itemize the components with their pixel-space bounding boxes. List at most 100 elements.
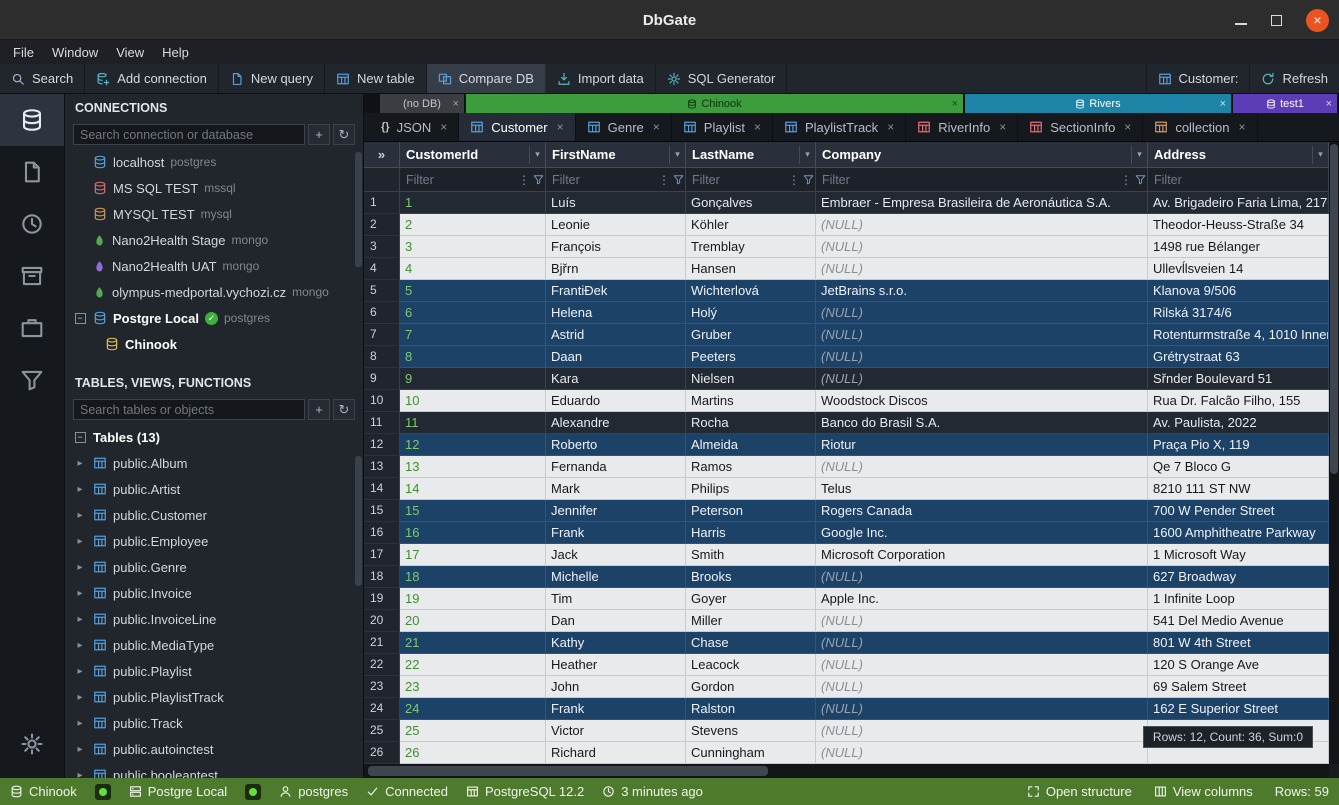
column-header-customerid[interactable]: CustomerId▾	[400, 142, 546, 167]
cell-address[interactable]: 801 W 4th Street	[1148, 632, 1329, 654]
close-icon[interactable]: ×	[1124, 120, 1131, 134]
cell-customerid[interactable]: 20	[400, 610, 546, 632]
cell-company[interactable]: JetBrains s.r.o.	[816, 280, 1148, 302]
cell-address[interactable]: Qe 7 Bloco G	[1148, 456, 1329, 478]
table-row[interactable]: 2121KathyChase(NULL)801 W 4th Street	[364, 632, 1329, 654]
table-item[interactable]: ▸public.Invoice	[65, 580, 363, 606]
close-button[interactable]: ×	[1306, 9, 1329, 32]
db-tab-rivers[interactable]: Rivers×	[965, 94, 1231, 113]
table-row[interactable]: 2323JohnGordon(NULL)69 Salem Street	[364, 676, 1329, 698]
chevron-right-icon[interactable]: ▸	[73, 484, 87, 495]
cell-firstname[interactable]: Luís	[546, 192, 686, 214]
sidebar-plugins-button[interactable]	[0, 302, 64, 354]
column-header-firstname[interactable]: FirstName▾	[546, 142, 686, 167]
collapse-icon[interactable]: −	[73, 432, 87, 443]
cell-customerid[interactable]: 13	[400, 456, 546, 478]
cell-lastname[interactable]: Tremblay	[686, 236, 816, 258]
filter-funnel-icon[interactable]	[531, 174, 545, 185]
close-icon[interactable]: ×	[557, 120, 564, 134]
cell-address[interactable]: 8210 111 ST NW	[1148, 478, 1329, 500]
cell-firstname[interactable]: Eduardo	[546, 390, 686, 412]
table-item[interactable]: ▸public.Album	[65, 450, 363, 476]
cell-customerid[interactable]: 22	[400, 654, 546, 676]
cell-address[interactable]: 1 Infinite Loop	[1148, 588, 1329, 610]
cell-address[interactable]: Rua Dr. Falcão Filho, 155	[1148, 390, 1329, 412]
compare-db-button[interactable]: Compare DB	[427, 64, 546, 93]
table-row[interactable]: 1010EduardoMartinsWoodstock DiscosRua Dr…	[364, 390, 1329, 412]
status-rows-59[interactable]: Rows: 59	[1275, 784, 1329, 799]
cell-lastname[interactable]: Almeida	[686, 434, 816, 456]
cell-firstname[interactable]: Dan	[546, 610, 686, 632]
close-icon[interactable]: ×	[1326, 98, 1332, 110]
cell-lastname[interactable]: Gonçalves	[686, 192, 816, 214]
table-row[interactable]: 2222HeatherLeacock(NULL)120 S Orange Ave	[364, 654, 1329, 676]
table-row[interactable]: 1212RobertoAlmeidaRioturPraça Pio X, 119	[364, 434, 1329, 456]
cell-lastname[interactable]: Leacock	[686, 654, 816, 676]
cell-customerid[interactable]: 5	[400, 280, 546, 302]
cell-address[interactable]: 700 W Pender Street	[1148, 500, 1329, 522]
menu-window[interactable]: Window	[43, 40, 107, 64]
cell-customerid[interactable]: 15	[400, 500, 546, 522]
cell-company[interactable]: Apple Inc.	[816, 588, 1148, 610]
table-row[interactable]: 11LuísGonçalvesEmbraer - Empresa Brasile…	[364, 192, 1329, 214]
cell-address[interactable]: Grétrystraat 63	[1148, 346, 1329, 368]
cell-customerid[interactable]: 2	[400, 214, 546, 236]
column-dropdown-icon[interactable]: ▾	[529, 146, 545, 164]
db-tab-test1[interactable]: test1×	[1233, 94, 1337, 113]
chevron-right-icon[interactable]: ▸	[73, 640, 87, 651]
filter-funnel-icon[interactable]	[671, 174, 685, 185]
cell-address[interactable]: 1 Microsoft Way	[1148, 544, 1329, 566]
chevron-right-icon[interactable]: ▸	[73, 718, 87, 729]
cell-firstname[interactable]: Jennifer	[546, 500, 686, 522]
cell-firstname[interactable]: Michelle	[546, 566, 686, 588]
cell-lastname[interactable]: Peterson	[686, 500, 816, 522]
chevron-right-icon[interactable]: ▸	[73, 692, 87, 703]
cell-address[interactable]: 120 S Orange Ave	[1148, 654, 1329, 676]
cell-firstname[interactable]: Mark	[546, 478, 686, 500]
sql-generator-button[interactable]: SQL Generator	[656, 64, 788, 93]
db-tab-no-db[interactable]: (no DB)×	[380, 94, 464, 113]
cell-company[interactable]: Telus	[816, 478, 1148, 500]
cell-customerid[interactable]: 14	[400, 478, 546, 500]
table-row[interactable]: 99KaraNielsen(NULL)Sřnder Boulevard 51	[364, 368, 1329, 390]
table-row[interactable]: 1616FrankHarrisGoogle Inc.1600 Amphithea…	[364, 522, 1329, 544]
status-chinook[interactable]: Chinook	[10, 784, 77, 799]
cell-company[interactable]: (NULL)	[816, 302, 1148, 324]
cell-customerid[interactable]: 8	[400, 346, 546, 368]
sidebar-query-designer-button[interactable]	[0, 354, 64, 406]
cell-customerid[interactable]: 16	[400, 522, 546, 544]
column-dropdown-icon[interactable]: ▾	[1131, 146, 1147, 164]
cell-customerid[interactable]: 19	[400, 588, 546, 610]
cell-address[interactable]: Av. Paulista, 2022	[1148, 412, 1329, 434]
cell-company[interactable]: (NULL)	[816, 214, 1148, 236]
tab-customer[interactable]: Customer×	[459, 113, 575, 141]
table-row[interactable]: 77AstridGruber(NULL)Rotenturmstraße 4, 1…	[364, 324, 1329, 346]
minimize-button[interactable]	[1235, 23, 1247, 25]
cell-firstname[interactable]: Heather	[546, 654, 686, 676]
close-icon[interactable]: ×	[440, 120, 447, 134]
cell-lastname[interactable]: Köhler	[686, 214, 816, 236]
cell-firstname[interactable]: Daan	[546, 346, 686, 368]
add-connection-small-button[interactable]: +	[308, 124, 330, 145]
close-icon[interactable]: ×	[1239, 120, 1246, 134]
cell-address[interactable]: 627 Broadway	[1148, 566, 1329, 588]
cell-lastname[interactable]: Harris	[686, 522, 816, 544]
cell-company[interactable]: Embraer - Empresa Brasileira de Aeronáut…	[816, 192, 1148, 214]
refresh-connections-button[interactable]: ↻	[333, 124, 355, 145]
cell-company[interactable]: (NULL)	[816, 566, 1148, 588]
cell-firstname[interactable]: Alexandre	[546, 412, 686, 434]
db-tab-chinook[interactable]: Chinook×	[466, 94, 963, 113]
chevron-right-icon[interactable]: ▸	[73, 536, 87, 547]
filter-funnel-icon[interactable]	[801, 174, 815, 185]
cell-address[interactable]: 1498 rue Bélanger	[1148, 236, 1329, 258]
kebab-menu-icon[interactable]: ⋮	[517, 173, 531, 187]
customer-button[interactable]: Customer:	[1146, 64, 1250, 93]
cell-firstname[interactable]: FrantiĐek	[546, 280, 686, 302]
filter-input[interactable]	[1148, 173, 1328, 187]
cell-customerid[interactable]: 11	[400, 412, 546, 434]
cell-customerid[interactable]: 26	[400, 742, 546, 764]
table-row[interactable]: 1414MarkPhilipsTelus8210 111 ST NW	[364, 478, 1329, 500]
close-icon[interactable]: ×	[952, 98, 958, 110]
cell-lastname[interactable]: Miller	[686, 610, 816, 632]
cell-firstname[interactable]: Helena	[546, 302, 686, 324]
